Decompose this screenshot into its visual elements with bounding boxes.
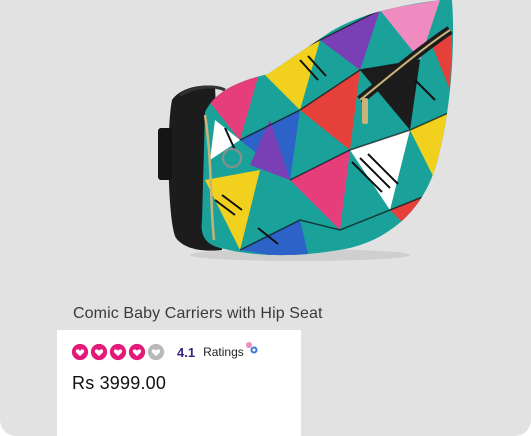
- product-price: Rs 3999.00: [72, 373, 167, 393]
- heart-empty-icon: [147, 343, 165, 361]
- ratings-badge-icon: [245, 342, 258, 354]
- product-title[interactable]: Comic Baby Carriers with Hip Seat: [73, 305, 323, 323]
- heart-filled-icon: [90, 343, 108, 361]
- ratings-label: Ratings: [203, 345, 244, 359]
- product-card[interactable]: Comic Baby Carriers with Hip Seat 4.1 Ra…: [0, 0, 531, 436]
- product-image[interactable]: [0, 0, 531, 300]
- heart-filled-icon: [128, 343, 146, 361]
- heart-filled-icon: [71, 343, 89, 361]
- heart-filled-icon: [109, 343, 127, 361]
- rating-value: 4.1: [177, 344, 196, 360]
- product-info-panel: 4.1 Ratings Rs 3999.00: [57, 330, 301, 436]
- rating-row[interactable]: 4.1 Ratings: [71, 342, 259, 361]
